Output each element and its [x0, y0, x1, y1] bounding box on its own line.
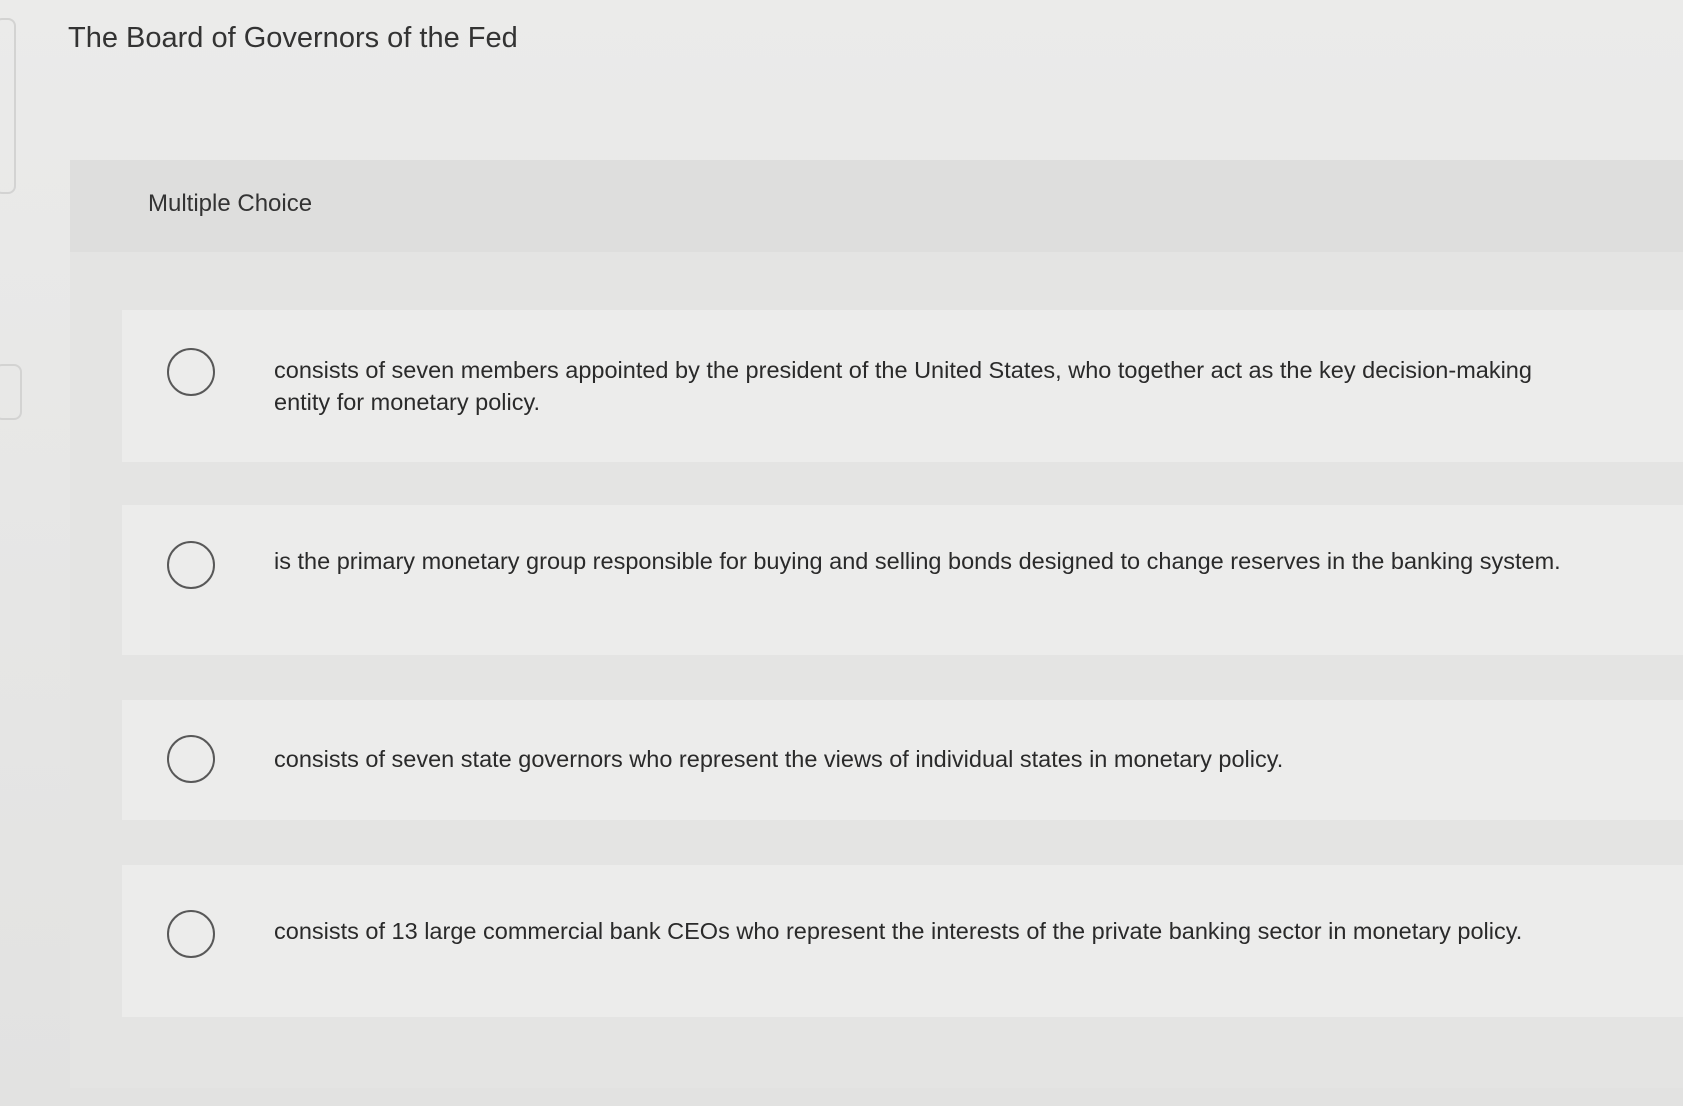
choice-option-2[interactable]: is the primary monetary group responsibl… [122, 505, 1683, 655]
question-prompt: The Board of Governors of the Fed [68, 22, 518, 54]
radio-button[interactable] [167, 735, 215, 783]
radio-button[interactable] [167, 910, 215, 958]
choice-text: is the primary monetary group responsibl… [274, 548, 1561, 574]
radio-button[interactable] [167, 541, 215, 589]
choice-option-1[interactable]: consists of seven members appointed by t… [122, 310, 1683, 462]
choice-text: consists of 13 large commercial bank CEO… [274, 918, 1523, 944]
choice-list: consists of seven members appointed by t… [70, 160, 1683, 1088]
radio-button[interactable] [167, 348, 215, 396]
window-edge-frame [0, 18, 16, 194]
choice-text: consists of seven state governors who re… [274, 746, 1284, 772]
choice-text: consists of seven members appointed by t… [274, 357, 1532, 415]
choice-option-3[interactable]: consists of seven state governors who re… [122, 700, 1683, 820]
choice-option-4[interactable]: consists of 13 large commercial bank CEO… [122, 865, 1683, 1017]
window-edge-tab [0, 364, 22, 420]
question-panel: Multiple Choice consists of seven member… [70, 160, 1683, 1088]
